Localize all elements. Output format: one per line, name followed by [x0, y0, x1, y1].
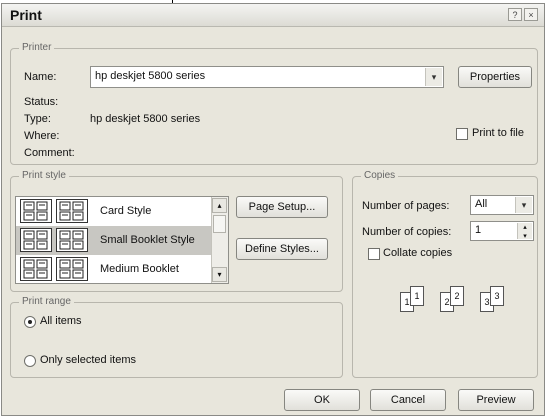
page-layout-icon [20, 199, 52, 223]
spin-up-icon[interactable]: ▴ [523, 224, 527, 231]
title-bar: Print ? × [2, 4, 544, 27]
page-setup-button[interactable]: Page Setup... [236, 196, 328, 218]
help-button[interactable]: ? [508, 8, 522, 21]
scroll-up-icon[interactable]: ▴ [212, 198, 227, 213]
number-of-pages-select[interactable]: All ▾ [470, 195, 534, 215]
number-of-copies-value: 1 [475, 224, 482, 236]
print-range-group-label: Print range [19, 296, 74, 307]
collate-page: 2 [450, 286, 464, 306]
page-layout-icon [56, 199, 88, 223]
printer-name-value: hp deskjet 5800 series [95, 70, 206, 82]
properties-button[interactable]: Properties [458, 66, 532, 88]
style-preview [20, 257, 94, 282]
comment-label: Comment: [24, 147, 75, 159]
number-of-copies-stepper[interactable]: 1 ▴ ▾ [470, 221, 534, 241]
page-layout-icon [20, 257, 52, 281]
printer-name-select[interactable]: hp deskjet 5800 series ▾ [90, 66, 444, 88]
ok-button[interactable]: OK [284, 389, 360, 411]
spin-arrows-icon[interactable]: ▴ ▾ [517, 223, 532, 240]
page-layout-icon [56, 228, 88, 252]
print-style-group-label: Print style [19, 170, 69, 181]
all-items-label: All items [40, 315, 82, 327]
dialog-title: Print [10, 7, 42, 23]
collate-page: 1 [410, 286, 424, 306]
collate-copies-label: Collate copies [383, 247, 453, 259]
printer-group-label: Printer [19, 42, 55, 53]
style-item-small-booklet[interactable]: Small Booklet Style [16, 226, 213, 255]
style-preview [20, 199, 94, 224]
print-to-file-checkbox[interactable] [456, 128, 468, 140]
print-range-group: Print range [10, 296, 343, 378]
scroll-down-icon[interactable]: ▾ [212, 267, 227, 282]
print-style-list[interactable]: Card Style Small Booklet Style Medium Bo… [15, 196, 229, 284]
chevron-down-icon[interactable]: ▾ [515, 197, 532, 213]
cancel-button[interactable]: Cancel [370, 389, 446, 411]
style-item-label: Card Style [100, 205, 152, 217]
page-layout-icon [56, 257, 88, 281]
type-value: hp deskjet 5800 series [90, 113, 201, 125]
chevron-down-icon[interactable]: ▾ [425, 68, 442, 86]
number-of-pages-value: All [475, 198, 488, 210]
collate-page: 3 [490, 286, 504, 306]
only-selected-items-radio[interactable] [24, 355, 36, 367]
page-layout-icon [20, 228, 52, 252]
scroll-thumb[interactable] [213, 215, 226, 233]
name-label: Name: [24, 71, 57, 83]
style-item-medium-booklet[interactable]: Medium Booklet [16, 255, 213, 283]
style-item-label: Small Booklet Style [100, 234, 195, 246]
number-of-pages-label: Number of pages: [362, 200, 450, 212]
all-items-radio[interactable] [24, 316, 36, 328]
where-label: Where: [24, 130, 60, 142]
print-to-file-label: Print to file [472, 127, 524, 139]
print-dialog: Print ? × Printer Name: hp deskjet 5800 … [1, 3, 545, 416]
style-preview [20, 228, 94, 253]
type-label: Type: [24, 113, 51, 125]
only-selected-items-label: Only selected items [40, 354, 136, 366]
define-styles-button[interactable]: Define Styles... [236, 238, 328, 260]
spin-down-icon[interactable]: ▾ [523, 233, 527, 240]
collate-copies-checkbox[interactable] [368, 248, 380, 260]
style-item-label: Medium Booklet [100, 263, 179, 275]
status-label: Status: [24, 96, 59, 108]
number-of-copies-label: Number of copies: [362, 226, 452, 238]
style-item-card[interactable]: Card Style [16, 197, 213, 226]
style-list-scrollbar[interactable]: ▴ ▾ [211, 197, 228, 283]
close-button[interactable]: × [524, 8, 538, 21]
copies-group-label: Copies [361, 170, 399, 181]
preview-button[interactable]: Preview [458, 389, 534, 411]
